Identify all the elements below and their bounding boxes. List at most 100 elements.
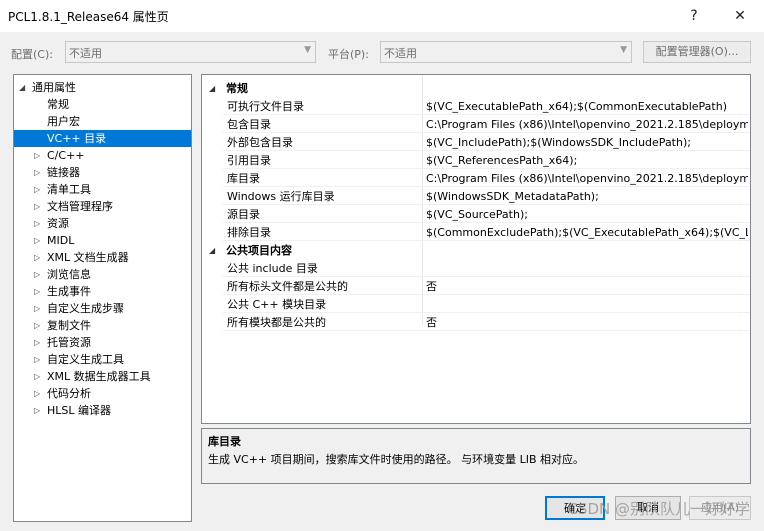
tree-item[interactable]: ▷ XML 数据生成器工具: [14, 368, 191, 385]
property-value[interactable]: $(CommonExcludePath);$(VC_ExecutablePath…: [426, 224, 748, 241]
tree-item[interactable]: ▷ 文档管理程序: [14, 198, 191, 215]
property-value[interactable]: $(WindowsSDK_MetadataPath);: [426, 188, 748, 205]
property-row[interactable]: 可执行文件目录 $(VC_ExecutablePath_x64);$(Common…: [223, 98, 750, 115]
property-value[interactable]: $(VC_ReferencesPath_x64);: [426, 152, 748, 169]
expand-arrow-icon[interactable]: ▷: [34, 249, 40, 266]
help-icon[interactable]: ?: [680, 4, 708, 28]
tree-item[interactable]: ▷ 清单工具: [14, 181, 191, 198]
tree-item[interactable]: ▷ MIDL: [14, 232, 191, 249]
property-value[interactable]: $(VC_SourcePath);: [426, 206, 748, 223]
property-value[interactable]: C:\Program Files (x86)\Intel\openvino_20…: [426, 170, 748, 187]
property-row[interactable]: 库目录 C:\Program Files (x86)\Intel\openvino…: [223, 170, 750, 187]
expand-arrow-icon[interactable]: ▷: [34, 147, 40, 164]
property-name: 引用目录: [227, 154, 271, 167]
property-row[interactable]: 公共 C++ 模块目录: [223, 296, 750, 313]
platform-dropdown[interactable]: 不适用 ▼: [380, 41, 632, 63]
property-name: 包含目录: [227, 118, 271, 131]
expand-arrow-icon[interactable]: ▷: [34, 266, 40, 283]
property-row[interactable]: 公共 include 目录: [223, 260, 750, 277]
configuration-dropdown[interactable]: 不适用 ▼: [65, 41, 316, 63]
tree-item-label: 用户宏: [47, 115, 80, 128]
expand-arrow-icon[interactable]: ▷: [34, 317, 40, 334]
collapse-arrow-icon[interactable]: ◢: [209, 80, 215, 97]
watermark: CSDN @别队队儿一好好学: [567, 500, 750, 518]
property-name: 所有模块都是公共的: [227, 316, 326, 329]
property-row[interactable]: 引用目录 $(VC_ReferencesPath_x64);: [223, 152, 750, 169]
tree-item[interactable]: ▷ C/C++: [14, 147, 191, 164]
title-bar: PCL1.8.1_Release64 属性页 ? ✕: [0, 0, 764, 32]
tree-item[interactable]: ▷ 链接器: [14, 164, 191, 181]
property-name: 可执行文件目录: [227, 100, 304, 113]
expand-arrow-icon[interactable]: ▷: [34, 402, 40, 419]
tree-item-label: 托管资源: [47, 336, 91, 349]
tree-item[interactable]: ▷ 自定义生成步骤: [14, 300, 191, 317]
property-row[interactable]: 包含目录 C:\Program Files (x86)\Intel\openvin…: [223, 116, 750, 133]
tree-item[interactable]: 用户宏: [14, 113, 191, 130]
property-name: 公共 C++ 模块目录: [227, 298, 327, 311]
property-grid[interactable]: ◢ 常规可执行文件目录 $(VC_ExecutablePath_x64);$(Com…: [201, 74, 751, 424]
tree-item[interactable]: ▷ 代码分析: [14, 385, 191, 402]
property-value[interactable]: $(VC_ExecutablePath_x64);$(CommonExecuta…: [426, 98, 748, 115]
tree-item[interactable]: ▷ 生成事件: [14, 283, 191, 300]
tree-item-label: 自定义生成工具: [47, 353, 124, 366]
category-label: 常规: [226, 82, 248, 95]
tree-item[interactable]: VC++ 目录: [14, 130, 191, 147]
expand-arrow-icon[interactable]: ▷: [34, 232, 40, 249]
property-value[interactable]: $(VC_IncludePath);$(WindowsSDK_IncludePa…: [426, 134, 748, 151]
property-name: 公共 include 目录: [227, 262, 318, 275]
platform-value: 不适用: [384, 47, 417, 60]
expand-arrow-icon[interactable]: ▷: [34, 368, 40, 385]
expand-arrow-icon[interactable]: ▷: [34, 215, 40, 232]
tree-item-label: XML 文档生成器: [47, 251, 129, 264]
tree-item-label: VC++ 目录: [47, 132, 107, 145]
property-name: 外部包含目录: [227, 136, 293, 149]
expand-arrow-icon[interactable]: ▷: [34, 300, 40, 317]
tree-item-label: 清单工具: [47, 183, 91, 196]
tree-item-label: 生成事件: [47, 285, 91, 298]
property-row[interactable]: 所有标头文件都是公共的 否: [223, 278, 750, 295]
property-value[interactable]: 否: [426, 278, 748, 295]
tree-item-label: 常规: [47, 98, 69, 111]
expand-arrow-icon[interactable]: ▷: [34, 334, 40, 351]
tree-item[interactable]: ◢ 通用属性: [14, 79, 191, 96]
property-tree[interactable]: ◢ 通用属性 常规 用户宏 VC++ 目录 ▷ C/C++ ▷ 链接器 ▷ 清单工具 ▷ 文档管理程序 ▷…: [13, 74, 192, 522]
expand-arrow-icon[interactable]: ▷: [34, 198, 40, 215]
tree-item[interactable]: ▷ 托管资源: [14, 334, 191, 351]
tree-item[interactable]: ▷ HLSL 编译器: [14, 402, 191, 419]
description-text: 生成 VC++ 项目期间，搜索库文件时使用的路径。 与环境变量 LIB 相对应。: [208, 453, 585, 466]
chevron-down-icon: ▼: [620, 45, 627, 55]
property-row[interactable]: 所有模块都是公共的 否: [223, 314, 750, 331]
tree-item-label: 链接器: [47, 166, 80, 179]
tree-item-label: MIDL: [47, 234, 75, 247]
tree-item[interactable]: ▷ 资源: [14, 215, 191, 232]
description-panel: 库目录 生成 VC++ 项目期间，搜索库文件时使用的路径。 与环境变量 LIB …: [201, 428, 751, 484]
expand-arrow-icon[interactable]: ▷: [34, 385, 40, 402]
property-name: 排除目录: [227, 226, 271, 239]
tree-item[interactable]: 常规: [14, 96, 191, 113]
configuration-manager-button[interactable]: 配置管理器(O)...: [643, 41, 751, 63]
close-icon[interactable]: ✕: [726, 4, 754, 28]
tree-item[interactable]: ▷ 复制文件: [14, 317, 191, 334]
tree-item-label: 代码分析: [47, 387, 91, 400]
collapse-arrow-icon[interactable]: ◢: [19, 79, 25, 96]
property-row[interactable]: Windows 运行库目录 $(WindowsSDK_MetadataPath);: [223, 188, 750, 205]
category-label: 公共项目内容: [226, 244, 292, 257]
tree-item[interactable]: ▷ 浏览信息: [14, 266, 191, 283]
tree-item[interactable]: ▷ 自定义生成工具: [14, 351, 191, 368]
property-row[interactable]: 源目录 $(VC_SourcePath);: [223, 206, 750, 223]
platform-label: 平台(P):: [328, 48, 369, 61]
property-row[interactable]: 外部包含目录 $(VC_IncludePath);$(WindowsSDK_Inc…: [223, 134, 750, 151]
expand-arrow-icon[interactable]: ▷: [34, 181, 40, 198]
property-value[interactable]: C:\Program Files (x86)\Intel\openvino_20…: [426, 116, 748, 133]
property-value[interactable]: 否: [426, 314, 748, 331]
property-row[interactable]: 排除目录 $(CommonExcludePath);$(VC_Executable…: [223, 224, 750, 241]
collapse-arrow-icon[interactable]: ◢: [209, 242, 215, 259]
expand-arrow-icon[interactable]: ▷: [34, 283, 40, 300]
property-category[interactable]: ◢ 常规: [202, 80, 750, 97]
window-title: PCL1.8.1_Release64 属性页: [8, 10, 169, 24]
expand-arrow-icon[interactable]: ▷: [34, 164, 40, 181]
property-name: Windows 运行库目录: [227, 190, 335, 203]
property-category[interactable]: ◢ 公共项目内容: [202, 242, 750, 259]
tree-item[interactable]: ▷ XML 文档生成器: [14, 249, 191, 266]
expand-arrow-icon[interactable]: ▷: [34, 351, 40, 368]
